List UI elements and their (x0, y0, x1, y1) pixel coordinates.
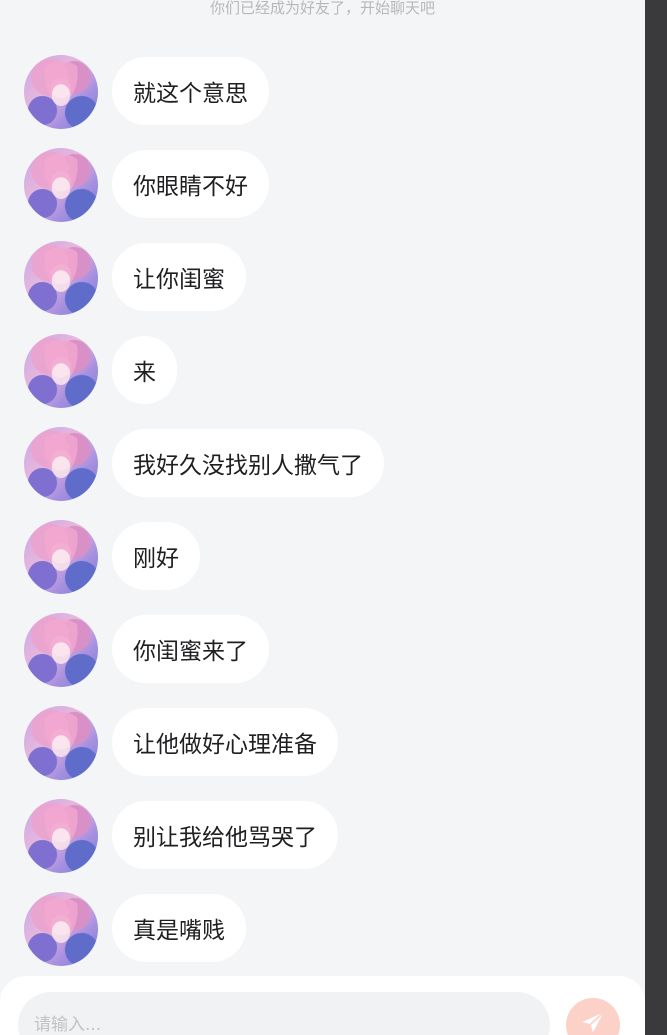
message-bubble[interactable]: 你闺蜜来了 (112, 615, 269, 683)
avatar[interactable] (24, 334, 98, 408)
message-bubble[interactable]: 你眼睛不好 (112, 150, 269, 218)
message-bubble[interactable]: 让他做好心理准备 (112, 708, 338, 776)
send-button[interactable] (566, 998, 620, 1035)
avatar[interactable] (24, 55, 98, 129)
avatar[interactable] (24, 799, 98, 873)
system-note: 你们已经成为好友了，开始聊天吧 (209, 0, 435, 17)
message-bubble[interactable]: 别让我给他骂哭了 (112, 801, 338, 869)
message-row: 来 (0, 334, 645, 410)
message-row: 别让我给他骂哭了 (0, 799, 645, 875)
message-bubble[interactable]: 刚好 (112, 522, 200, 590)
message-row: 我好久没找别人撒气了 (0, 427, 645, 503)
message-bubble[interactable]: 来 (112, 336, 177, 404)
avatar[interactable] (24, 427, 98, 501)
chat-screen: 你们已经成为好友了，开始聊天吧 就这个意思 你眼睛不好 让你闺蜜 来 我好久没找… (0, 0, 645, 1035)
message-row: 真是嘴贱 (0, 892, 645, 968)
avatar[interactable] (24, 613, 98, 687)
avatar[interactable] (24, 241, 98, 315)
message-row: 刚好 (0, 520, 645, 596)
message-bubble[interactable]: 就这个意思 (112, 57, 269, 125)
avatar[interactable] (24, 706, 98, 780)
message-composer (0, 976, 645, 1035)
message-row: 你眼睛不好 (0, 148, 645, 224)
message-bubble[interactable]: 我好久没找别人撒气了 (112, 429, 384, 497)
message-row: 让他做好心理准备 (0, 706, 645, 782)
message-input[interactable] (18, 992, 550, 1035)
message-row: 你闺蜜来了 (0, 613, 645, 689)
avatar[interactable] (24, 520, 98, 594)
message-bubble[interactable]: 让你闺蜜 (112, 243, 246, 311)
device-edge (645, 0, 667, 1035)
avatar[interactable] (24, 148, 98, 222)
message-bubble[interactable]: 真是嘴贱 (112, 894, 246, 962)
avatar[interactable] (24, 892, 98, 966)
message-row: 让你闺蜜 (0, 241, 645, 317)
message-row: 就这个意思 (0, 55, 645, 131)
paper-plane-icon (579, 1009, 607, 1035)
